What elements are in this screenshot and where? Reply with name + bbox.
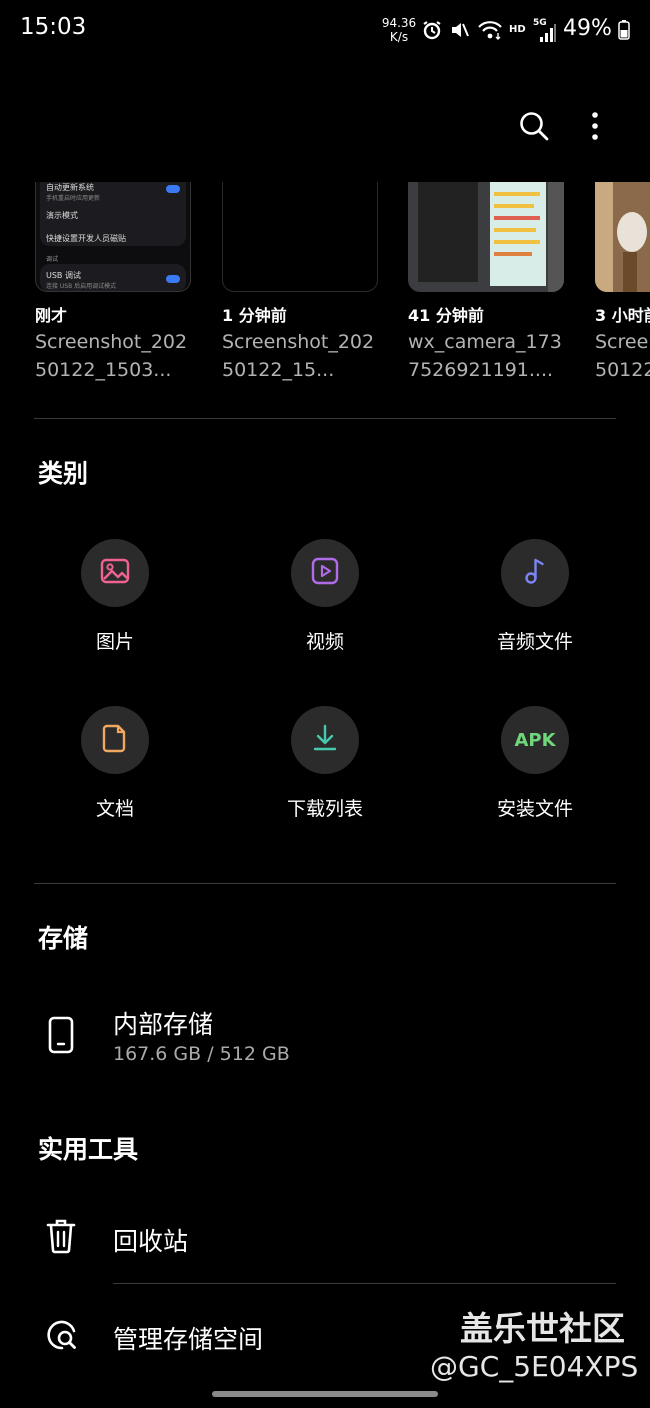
category-audio[interactable]: 音频文件 <box>455 539 615 654</box>
thumb-text: USB 调试 <box>46 271 81 280</box>
video-icon <box>309 555 341 591</box>
more-options-button[interactable] <box>575 108 615 148</box>
recent-file-name: Screenshot_20250122_15... <box>222 331 375 381</box>
recent-file-item[interactable]: 41 分钟前 wx_camera_1737526921191.... <box>408 182 564 381</box>
battery-percent: 49% <box>563 16 612 41</box>
network-speed-value: 94.36 <box>381 16 417 30</box>
recent-file-name: wx_camera_1737526921191.... <box>408 331 562 381</box>
thumb-toggle <box>166 275 180 283</box>
watermark-user: @GC_5E04XPS <box>430 1350 639 1383</box>
category-videos[interactable]: 视频 <box>245 539 405 654</box>
apk-icon: APK <box>514 729 556 751</box>
row-divider <box>113 1283 616 1284</box>
category-label: 音频文件 <box>496 631 573 653</box>
image-icon <box>99 555 131 591</box>
download-icon <box>309 722 341 758</box>
internal-storage-usage: 167.6 GB / 512 GB <box>113 1043 290 1065</box>
mute-icon <box>450 20 470 44</box>
categories-title: 类别 <box>38 459 89 488</box>
manage-storage-label: 管理存储空间 <box>113 1325 264 1354</box>
more-vertical-icon <box>590 111 600 145</box>
file-thumbnail: 自动更新系统 手机重启时应用更新 演示模式 快捷设置开发人员磁贴 调试 USB … <box>35 182 191 292</box>
file-thumbnail <box>222 182 378 292</box>
category-installation-files[interactable]: APK 安装文件 <box>455 706 615 821</box>
category-downloads[interactable]: 下载列表 <box>245 706 405 821</box>
recent-file-item[interactable]: 3 小时前 Screenshot_20250122 <box>595 182 650 381</box>
thumb-text: 连接 USB 后启用调试模式 <box>46 283 117 290</box>
recent-file-name: Screenshot_20250122_1503... <box>35 331 188 381</box>
category-label: 安装文件 <box>496 798 573 820</box>
recent-file-item[interactable]: 1 分钟前 Screenshot_20250122_15... <box>222 182 378 381</box>
recent-file-item[interactable]: 自动更新系统 手机重启时应用更新 演示模式 快捷设置开发人员磁贴 调试 USB … <box>35 182 191 381</box>
thumb-toggle <box>166 185 180 193</box>
search-button[interactable] <box>514 108 554 148</box>
category-label: 文档 <box>95 798 134 820</box>
search-icon <box>518 110 550 146</box>
recent-file-name: Screenshot_20250122 <box>595 331 650 381</box>
wifi-icon <box>477 20 503 44</box>
hd-indicator: HD <box>509 24 526 35</box>
section-divider <box>34 883 616 884</box>
tools-title: 实用工具 <box>38 1135 139 1164</box>
thumb-text: 演示模式 <box>46 211 78 220</box>
category-images[interactable]: 图片 <box>35 539 195 654</box>
watermark-site: 盖乐世社区 <box>460 1309 625 1348</box>
thumb-text: 自动更新系统 <box>46 183 94 192</box>
recycle-bin-label: 回收站 <box>113 1227 189 1256</box>
recycle-bin-row[interactable]: 回收站 <box>0 1200 650 1276</box>
storage-title: 存储 <box>38 924 89 953</box>
storage-analysis-icon <box>45 1318 79 1356</box>
network-speed: 94.36 K/s <box>380 16 418 44</box>
status-time: 15:03 <box>20 14 87 40</box>
recent-file-time: 41 分钟前 <box>408 306 484 325</box>
phone-icon <box>47 1015 75 1059</box>
recent-files-list: 自动更新系统 手机重启时应用更新 演示模式 快捷设置开发人员磁贴 调试 USB … <box>0 182 650 392</box>
network-speed-unit: K/s <box>389 30 409 44</box>
category-documents[interactable]: 文档 <box>35 706 195 821</box>
document-icon <box>99 722 131 758</box>
thumb-text: 手机重启时应用更新 <box>46 195 101 202</box>
thumb-text: 调试 <box>46 256 59 263</box>
internal-storage-row[interactable]: 内部存储 167.6 GB / 512 GB <box>0 995 650 1081</box>
category-label: 下载列表 <box>286 798 363 820</box>
category-label: 图片 <box>95 631 134 653</box>
internal-storage-label: 内部存储 <box>113 1010 214 1039</box>
music-note-icon <box>519 555 551 591</box>
section-divider <box>34 418 616 419</box>
file-thumbnail <box>408 182 564 292</box>
category-label: 视频 <box>305 631 344 653</box>
home-indicator[interactable] <box>212 1391 438 1397</box>
alarm-icon <box>422 20 442 44</box>
recent-file-time: 刚才 <box>35 306 68 325</box>
battery-icon <box>618 20 630 44</box>
thumb-text: 快捷设置开发人员磁贴 <box>46 234 126 243</box>
recent-file-time: 1 分钟前 <box>222 306 287 325</box>
file-thumbnail <box>595 182 650 292</box>
trash-icon <box>45 1218 77 1258</box>
signal-icon <box>537 24 557 46</box>
recent-file-time: 3 小时前 <box>595 306 650 325</box>
